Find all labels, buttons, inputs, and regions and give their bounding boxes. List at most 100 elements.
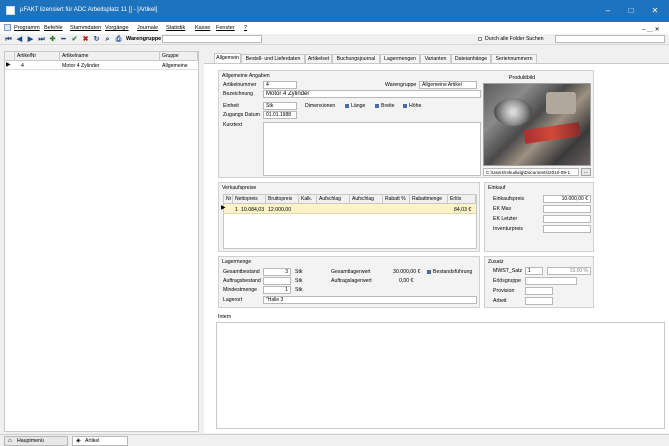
toolbar: ⏮ ◀ ▶ ⏭ ✚ ━ ✔ ✖ ↻ ⌕ ⎙ Warengruppe Durch … [0,34,669,45]
desc-label: Bezeichnung [223,91,253,97]
menu-journale[interactable]: Journale [137,25,158,31]
date-input[interactable]: 01.01.1988 [263,111,297,119]
orders-label: Auftragsbestand [223,278,261,284]
tab-bestell-lieferdaten[interactable]: Bestell- und Lieferdaten [241,54,305,63]
inventory-price-input[interactable] [543,225,591,233]
browse-image-button[interactable]: … [581,168,591,176]
dim-height[interactable]: Höhe [403,103,421,109]
desc-input[interactable]: Motor 4 Zylinder [263,90,481,98]
dim-width[interactable]: Breite [375,103,395,109]
orders-input[interactable] [263,277,291,285]
article-label: Artikel [85,438,100,444]
tab-lagermengen[interactable]: Lagermengen [380,54,420,63]
orders-unit: Stk [295,278,303,284]
price-row-nr: 1 [235,207,238,213]
first-record-icon[interactable]: ⏮ [4,35,13,44]
unit-label: Einheit [223,103,239,109]
prev-record-icon[interactable]: ◀ [15,35,24,44]
menu-befehle[interactable]: Befehle [44,25,63,31]
menu-programm[interactable]: Programm [14,25,40,31]
bottom-tab-main-menu[interactable]: ⌂ Hauptmenü [4,436,68,446]
product-image [483,83,591,166]
bottom-tab-artikel[interactable]: ◈ Artikel [72,436,128,446]
tab-seriennummern[interactable]: Seriennummern [491,54,537,63]
width-checkbox[interactable] [375,103,379,108]
artnr-input[interactable]: 4 [263,81,297,89]
table-row[interactable]: ▶ 1 10.084,03 12.000,00 84,03 € [221,204,476,214]
cancel-icon[interactable]: ✖ [81,35,90,44]
price-row-net[interactable]: 10.084,03 [241,207,264,213]
tab-artikelset[interactable]: Artikelset [305,54,332,63]
intern-text-area[interactable] [216,322,665,429]
tracking-checkbox[interactable] [427,269,431,274]
work-input[interactable] [525,297,553,305]
prices-col-discount[interactable]: Rabatt % [383,195,410,204]
length-checkbox[interactable] [345,103,349,108]
prices-col-net[interactable]: Nettopreis [233,195,266,204]
prices-col-discount-qty[interactable]: Rabattmenge [410,195,448,204]
group-filter-select[interactable] [162,35,262,43]
location-input[interactable]: "Halle 3 [263,296,477,304]
tab-varianten[interactable]: Varianten [420,54,451,63]
print-icon[interactable]: ⎙ [114,35,123,44]
ek-last-input[interactable] [543,215,591,223]
prices-col-gross[interactable]: Bruttopreis [266,195,299,204]
last-record-icon[interactable]: ⏭ [37,35,46,44]
menu-help[interactable]: ? [244,25,247,31]
list-item-nr: 4 [21,63,24,69]
dim-length[interactable]: Länge [345,103,365,109]
purchase-price-input[interactable]: 10.000,00 € [543,195,591,203]
refresh-icon[interactable]: ↻ [92,35,101,44]
tab-dateianhaenge[interactable]: Dateianhänge [451,54,491,63]
vat-select[interactable]: 1 [525,267,543,275]
list-item[interactable]: ▶ 4 Motor 4 Zylinder Allgemeine [5,61,198,70]
search-icon[interactable]: ⌕ [103,35,112,44]
prices-col-calc[interactable]: Kalk. [299,195,317,204]
search-input[interactable] [555,35,665,43]
tab-allgemein[interactable]: Allgemein [214,53,241,63]
main-menu-icon: ⌂ [8,438,12,444]
confirm-icon[interactable]: ✔ [70,35,79,44]
price-row-gross[interactable]: 12.000,00 [268,207,291,213]
mdi-controls[interactable]: – ＿ ✕ [642,24,660,33]
warengruppe-select[interactable]: Allgemeine Artikel [419,81,477,89]
menu-statistik[interactable]: Statistik [166,25,185,31]
add-record-icon[interactable]: ✚ [48,35,57,44]
next-record-icon[interactable]: ▶ [26,35,35,44]
short-text-area[interactable] [263,122,481,176]
ek-max-input[interactable] [543,205,591,213]
min-input[interactable]: 1 [263,286,291,294]
col-name[interactable]: Artikelname [60,52,160,61]
prices-col-markup1[interactable]: Aufschlag [317,195,350,204]
tracking-toggle[interactable]: Bestandsführung [427,269,472,275]
article-list: ArtikelNr Artikelname Gruppe ▶ 4 Motor 4… [4,51,199,432]
col-group[interactable]: Gruppe [160,52,198,61]
tab-buchungsjournal[interactable]: Buchungsjournal [332,54,380,63]
row-selector-header [5,52,15,61]
revenue-group-input[interactable] [525,277,577,285]
delete-record-icon[interactable]: ━ [59,35,68,44]
app-icon [6,6,15,15]
minimize-button[interactable]: – [598,4,618,18]
all-folders-checkbox[interactable] [478,37,482,41]
col-artnr[interactable]: ArtikelNr [15,52,60,61]
prices-col-revenue[interactable]: Erlös [448,195,476,204]
maximize-button[interactable]: □ [621,4,641,18]
stock-value: 30.000,00 € [393,269,421,275]
menu-vorgaenge[interactable]: Vorgänge [105,25,129,31]
group-filter-label: Warengruppe [126,36,162,42]
image-path-input[interactable]: C:\Users\mkudwig\Documents\2010-09-1 [483,168,579,176]
height-checkbox[interactable] [403,103,407,108]
prices-col-markup2[interactable]: Aufschlag [350,195,383,204]
menu-bar: Programm Befehle Stammdaten Vorgänge Jou… [0,22,669,34]
menu-kasse[interactable]: Kasse [195,25,210,31]
close-button[interactable]: ✕ [645,4,665,18]
engine-hose-icon [523,122,581,144]
menu-fenster[interactable]: Fenster [216,25,235,31]
extra-title: Zusatz [488,259,504,265]
total-input[interactable]: 3 [263,268,291,276]
ek-last-label: EK Letzter [493,216,518,222]
menu-stammdaten[interactable]: Stammdaten [70,25,101,31]
unit-input[interactable]: Stk [263,102,297,110]
commission-input[interactable] [525,287,553,295]
